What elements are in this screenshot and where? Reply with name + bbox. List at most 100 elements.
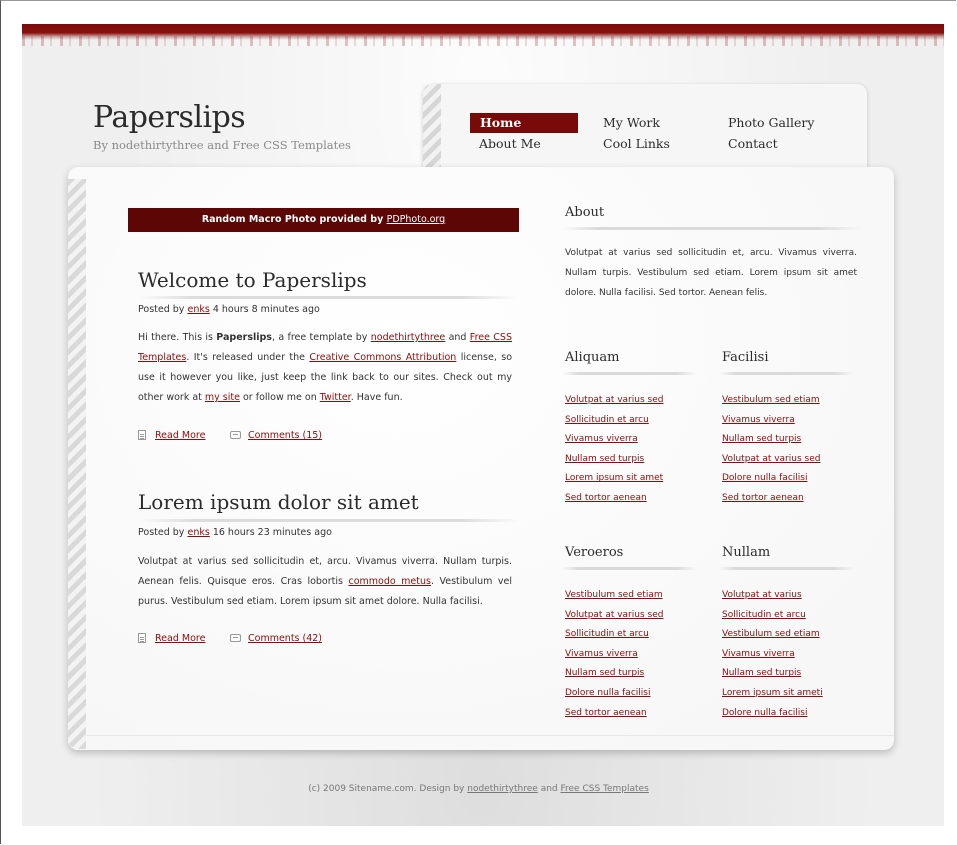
sidebar-link[interactable]: Sed tortor aenean bbox=[565, 493, 647, 503]
meta-prefix: Posted by bbox=[138, 304, 185, 315]
aliquam-divider bbox=[562, 372, 697, 375]
body-link-twitter[interactable]: Twitter bbox=[320, 392, 351, 403]
sidebar-link[interactable]: Vivamus viverra bbox=[565, 649, 638, 659]
body-link-my-site[interactable]: my site bbox=[205, 392, 240, 403]
post-body: Hi there. This is Paperslips, a free tem… bbox=[138, 328, 512, 408]
post-meta: Posted by enks 16 hours 23 minutes ago bbox=[138, 527, 332, 538]
comments-link[interactable]: Comments (15) bbox=[248, 430, 322, 441]
author-link[interactable]: enks bbox=[187, 527, 209, 538]
about-heading: About bbox=[565, 205, 605, 220]
sidebar-link[interactable]: Volutpat at varius sed bbox=[565, 395, 663, 405]
sidebar-link[interactable]: Dolore nulla facilisi bbox=[722, 473, 807, 483]
veroeros-divider bbox=[562, 567, 697, 570]
read-more-link[interactable]: Read More bbox=[155, 633, 205, 644]
veroeros-heading: Veroeros bbox=[565, 545, 624, 560]
aliquam-heading: Aliquam bbox=[565, 350, 620, 365]
post-title[interactable]: Welcome to Paperslips bbox=[138, 268, 367, 292]
nullam-link-list: Volutpat at varius Sollicitudin et arcu … bbox=[722, 586, 823, 723]
list-item: Dolore nulla facilisi bbox=[722, 469, 820, 489]
list-item: Vivamus viverra bbox=[722, 645, 823, 665]
nav-item-home[interactable]: Home bbox=[470, 113, 578, 133]
body-text: Hi there. This is bbox=[138, 332, 217, 343]
facilisi-link-list: Vestibulum sed etiam Vivamus viverra Nul… bbox=[722, 391, 820, 509]
list-item: Vivamus viverra bbox=[565, 645, 663, 665]
sidebar-link[interactable]: Vivamus viverra bbox=[722, 649, 795, 659]
meta-time: 16 hours 23 minutes ago bbox=[212, 527, 332, 538]
title-divider bbox=[138, 519, 518, 522]
content-bottom-line bbox=[86, 735, 894, 736]
about-divider bbox=[562, 227, 862, 230]
sidebar-link[interactable]: Vestibulum sed etiam bbox=[722, 629, 820, 639]
content-stripes-decoration bbox=[68, 179, 86, 749]
list-item: Vivamus viverra bbox=[565, 430, 663, 450]
list-item: Volutpat at varius bbox=[722, 586, 823, 606]
sidebar-link[interactable]: Vivamus viverra bbox=[722, 415, 795, 425]
comment-bubble-icon bbox=[230, 431, 241, 439]
sidebar-link[interactable]: Sollicitudin et arcu bbox=[722, 610, 806, 620]
document-icon bbox=[138, 633, 146, 643]
nav-stripes-decoration bbox=[423, 84, 441, 174]
nav-item-my-work[interactable]: My Work bbox=[603, 113, 660, 133]
comment-bubble-icon bbox=[230, 634, 241, 642]
sidebar-link[interactable]: Lorem ipsum sit amet bbox=[565, 473, 663, 483]
nullam-divider bbox=[719, 567, 854, 570]
sidebar-link[interactable]: Sed tortor aenean bbox=[565, 708, 647, 718]
sidebar-link[interactable]: Vivamus viverra bbox=[565, 434, 638, 444]
top-border-texture bbox=[22, 36, 944, 46]
document-icon bbox=[138, 430, 146, 440]
footer-link-free-css-templates[interactable]: Free CSS Templates bbox=[561, 784, 649, 794]
sidebar-link[interactable]: Nullam sed turpis bbox=[565, 454, 644, 464]
list-item: Lorem ipsum sit amet bbox=[565, 469, 663, 489]
author-link[interactable]: enks bbox=[187, 304, 209, 315]
list-item: Vestibulum sed etiam bbox=[722, 625, 823, 645]
sidebar-link[interactable]: Dolore nulla facilisi bbox=[565, 688, 650, 698]
body-link-creative-commons[interactable]: Creative Commons Attribution bbox=[309, 352, 456, 363]
sidebar-link[interactable]: Sollicitudin et arcu bbox=[565, 415, 649, 425]
meta-prefix: Posted by bbox=[138, 527, 185, 538]
list-item: Vestibulum sed etiam bbox=[565, 586, 663, 606]
sidebar-link[interactable]: Nullam sed turpis bbox=[722, 434, 801, 444]
sidebar-link[interactable]: Volutpat at varius bbox=[722, 590, 802, 600]
footer-link-nodethirtythree[interactable]: nodethirtythree bbox=[467, 784, 538, 794]
meta-time: 4 hours 8 minutes ago bbox=[212, 304, 320, 315]
nav-item-contact[interactable]: Contact bbox=[728, 134, 778, 154]
facilisi-heading: Facilisi bbox=[722, 350, 769, 365]
sidebar-link[interactable]: Volutpat at varius sed bbox=[565, 610, 663, 620]
body-text: . Have fun. bbox=[350, 392, 403, 403]
sidebar-link[interactable]: Vestibulum sed etiam bbox=[722, 395, 820, 405]
read-more-link[interactable]: Read More bbox=[155, 430, 205, 441]
post-title[interactable]: Lorem ipsum dolor sit amet bbox=[138, 490, 419, 514]
site-subtitle: By nodethirtythree and Free CSS Template… bbox=[93, 138, 351, 152]
list-item: Nullam sed turpis bbox=[722, 430, 820, 450]
list-item: Vestibulum sed etiam bbox=[722, 391, 820, 411]
sidebar-link[interactable]: Sed tortor aenean bbox=[722, 493, 804, 503]
comments-link[interactable]: Comments (42) bbox=[248, 633, 322, 644]
sidebar-link[interactable]: Vestibulum sed etiam bbox=[565, 590, 663, 600]
list-item: Nullam sed turpis bbox=[565, 664, 663, 684]
body-link-commodo-metus[interactable]: commodo metus bbox=[348, 576, 431, 587]
nav-item-cool-links[interactable]: Cool Links bbox=[603, 134, 670, 154]
list-item: Volutpat at varius sed bbox=[565, 391, 663, 411]
veroeros-link-list: Vestibulum sed etiam Volutpat at varius … bbox=[565, 586, 663, 723]
list-item: Sollicitudin et arcu bbox=[565, 411, 663, 431]
list-item: Volutpat at varius sed bbox=[722, 450, 820, 470]
nullam-heading: Nullam bbox=[722, 545, 771, 560]
sidebar-link[interactable]: Nullam sed turpis bbox=[722, 668, 801, 678]
nav-item-photo-gallery[interactable]: Photo Gallery bbox=[728, 113, 814, 133]
body-text: . It's released under the bbox=[186, 352, 310, 363]
sidebar-link[interactable]: Lorem ipsum sit ameti bbox=[722, 688, 823, 698]
sidebar-link[interactable]: Volutpat at varius sed bbox=[722, 454, 820, 464]
body-link-nodethirtythree[interactable]: nodethirtythree bbox=[371, 332, 445, 343]
nav-item-about-me[interactable]: About Me bbox=[479, 134, 541, 154]
sidebar-link[interactable]: Dolore nulla facilisi bbox=[722, 708, 807, 718]
list-item: Sed tortor aenean bbox=[722, 489, 820, 509]
sidebar-link[interactable]: Nullam sed turpis bbox=[565, 668, 644, 678]
post-body: Volutpat at varius sed sollicitudin et, … bbox=[138, 552, 512, 612]
body-text: or follow me on bbox=[239, 392, 320, 403]
list-item: Dolore nulla facilisi bbox=[565, 684, 663, 704]
list-item: Lorem ipsum sit ameti bbox=[722, 684, 823, 704]
list-item: Sollicitudin et arcu bbox=[565, 625, 663, 645]
banner-link[interactable]: PDPhoto.org bbox=[387, 214, 446, 225]
list-item: Dolore nulla facilisi bbox=[722, 704, 823, 724]
sidebar-link[interactable]: Sollicitudin et arcu bbox=[565, 629, 649, 639]
